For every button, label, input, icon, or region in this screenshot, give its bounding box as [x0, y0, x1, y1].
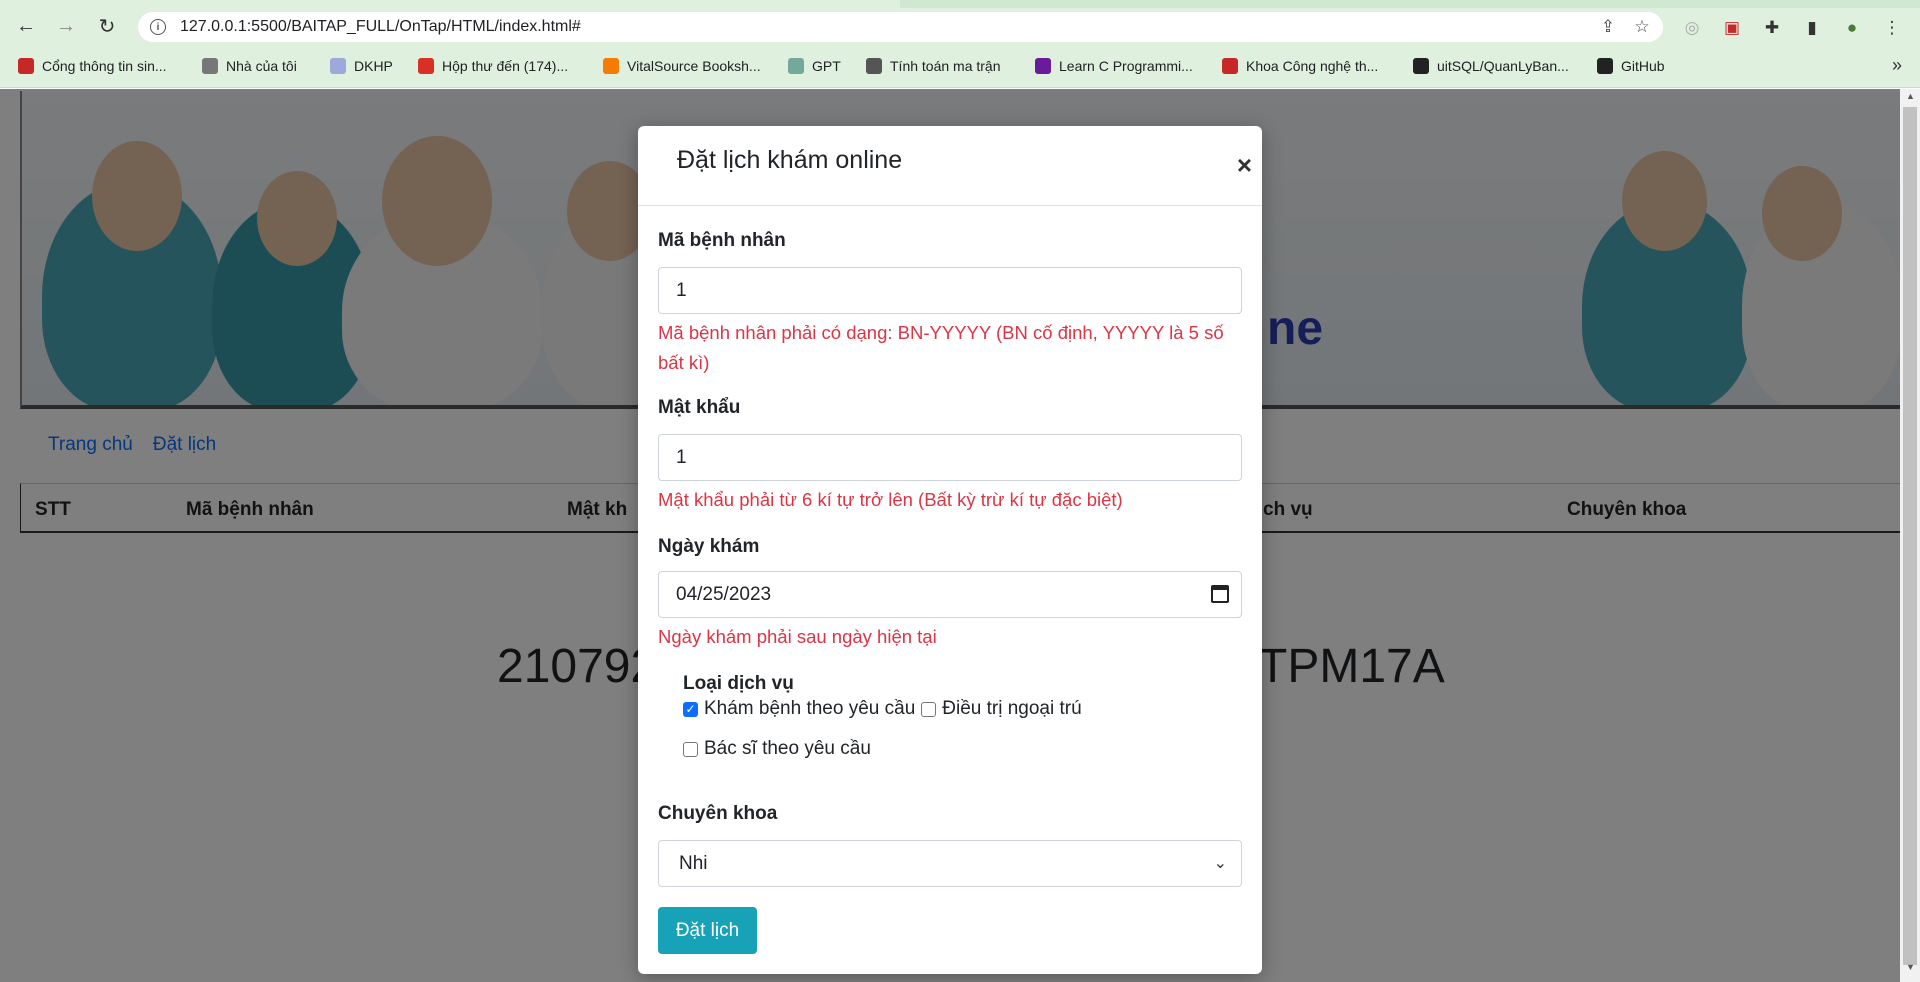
chevron-down-icon: ⌄ — [1213, 855, 1227, 872]
bookmark-label: GPT — [812, 58, 841, 74]
uit-logo-icon — [18, 58, 34, 74]
extension-compass-icon[interactable]: ◎ — [1680, 16, 1704, 40]
bookmark-item[interactable]: GPT — [788, 56, 841, 76]
bookmark-label: GitHub — [1621, 58, 1665, 74]
service-label: Loại dịch vụ — [683, 673, 794, 694]
password-error: Mật khẩu phải từ 6 kí tự trở lên (Bất kỳ… — [658, 489, 1123, 510]
checkbox-outpatient[interactable] — [921, 701, 937, 717]
bookmark-label: VitalSource Booksh... — [627, 58, 761, 74]
checkbox-doctor-on-demand-label[interactable]: Bác sĩ theo yêu cầu — [704, 738, 871, 760]
browser-toolbar: ← → ↻ i 127.0.0.1:5500/BAITAP_FULL/OnTap… — [0, 8, 1920, 44]
vitalsource-icon — [603, 58, 619, 74]
patient-id-error: Mã bệnh nhân phải có dạng: BN-YYYYY (BN … — [658, 322, 1224, 373]
modal-header: Đặt lịch khám online × — [638, 126, 1262, 206]
specialty-label: Chuyên khoa — [658, 803, 778, 824]
url-text[interactable]: 127.0.0.1:5500/BAITAP_FULL/OnTap/HTML/in… — [180, 18, 581, 36]
bookmark-label: Cổng thông tin sin... — [42, 58, 167, 74]
bookmark-star-icon[interactable]: ☆ — [1632, 17, 1652, 37]
gmail-icon — [418, 58, 434, 74]
document-icon — [330, 58, 346, 74]
page-scrollbar[interactable]: ▲ ▼ — [1900, 89, 1920, 982]
bookmark-item[interactable]: DKHP — [330, 56, 393, 76]
matrix-icon — [866, 58, 882, 74]
patient-id-input[interactable]: 1 — [658, 267, 1242, 314]
patient-id-label: Mã bệnh nhân — [658, 230, 786, 251]
back-arrow-icon[interactable]: ← — [12, 12, 40, 40]
tab-strip — [0, 0, 1920, 8]
bookmark-item[interactable]: Khoa Công nghệ th... — [1222, 56, 1378, 76]
checkbox-on-demand-exam[interactable]: ✓ — [683, 701, 698, 717]
extensions-puzzle-icon[interactable]: ✚ — [1760, 16, 1784, 40]
bookmark-item[interactable]: GitHub — [1597, 56, 1665, 76]
moodle-icon — [202, 58, 218, 74]
uit-logo-icon — [1222, 58, 1238, 74]
bookmark-label: Nhà của tôi — [226, 58, 297, 74]
github-icon — [1413, 58, 1429, 74]
bookmark-item[interactable]: Tính toán ma trận — [866, 56, 1001, 76]
checkbox-doctor-on-demand[interactable] — [683, 741, 698, 757]
bookmark-item[interactable]: Learn C Programmi... — [1035, 56, 1193, 76]
bookmarks-bar: » Cổng thông tin sin... Nhà của tôi DKHP Hộ… — [0, 44, 1920, 88]
side-panel-icon[interactable]: ▮ — [1800, 16, 1824, 40]
bookmark-label: Tính toán ma trận — [890, 58, 1001, 74]
scrollbar-thumb[interactable] — [1903, 107, 1917, 965]
calendar-icon[interactable] — [1211, 585, 1229, 603]
close-icon[interactable]: × — [1237, 150, 1252, 181]
date-input[interactable]: 04/25/2023 — [658, 571, 1242, 618]
menu-kebab-icon[interactable]: ⋮ — [1880, 16, 1904, 40]
bookmark-item[interactable]: Hộp thư đến (174)... — [418, 56, 568, 76]
date-label: Ngày khám — [658, 536, 760, 557]
checkbox-on-demand-exam-label[interactable]: Khám bệnh theo yêu cầu — [704, 698, 915, 720]
extension-video-icon[interactable]: ▣ — [1720, 16, 1744, 40]
bookmark-item[interactable]: uitSQL/QuanLyBan... — [1413, 56, 1569, 76]
date-value: 04/25/2023 — [676, 583, 772, 605]
modal-title: Đặt lịch khám online — [677, 146, 903, 174]
bookmark-item[interactable]: Cổng thông tin sin... — [18, 56, 167, 76]
scroll-up-icon[interactable]: ▲ — [1906, 91, 1915, 101]
password-label: Mật khẩu — [658, 397, 741, 418]
openai-icon — [788, 58, 804, 74]
specialty-select[interactable]: Nhi ⌄ — [658, 840, 1242, 887]
bookmark-label: Hộp thư đến (174)... — [442, 58, 569, 74]
bookmark-label: uitSQL/QuanLyBan... — [1437, 58, 1569, 74]
date-error: Ngày khám phải sau ngày hiện tại — [658, 626, 937, 647]
address-bar[interactable]: i 127.0.0.1:5500/BAITAP_FULL/OnTap/HTML/… — [138, 12, 1663, 42]
learn-c-icon — [1035, 58, 1051, 74]
bookmark-item[interactable]: VitalSource Booksh... — [603, 56, 761, 76]
active-tab[interactable] — [0, 0, 900, 8]
share-icon[interactable]: ⇪ — [1598, 17, 1618, 37]
bookmarks-overflow-icon[interactable]: » — [1892, 55, 1902, 76]
checkbox-outpatient-label[interactable]: Điều trị ngoại trú — [942, 698, 1081, 720]
book-button[interactable]: Đặt lịch — [658, 907, 757, 954]
bookmark-item[interactable]: Nhà của tôi — [202, 56, 297, 76]
bookmark-label: Learn C Programmi... — [1059, 58, 1193, 74]
github-icon — [1597, 58, 1613, 74]
profile-avatar[interactable]: ● — [1840, 16, 1864, 40]
reload-icon[interactable]: ↻ — [93, 12, 121, 40]
bookmark-label: DKHP — [354, 58, 393, 74]
site-info-icon[interactable]: i — [150, 19, 166, 35]
specialty-selected-value: Nhi — [679, 852, 708, 874]
booking-modal: Đặt lịch khám online × Mã bệnh nhân 1 Mã… — [638, 126, 1262, 974]
forward-arrow-icon[interactable]: → — [52, 12, 80, 40]
password-input[interactable]: 1 — [658, 434, 1242, 481]
bookmark-label: Khoa Công nghệ th... — [1246, 58, 1379, 74]
service-options-row: ✓ Khám bệnh theo yêu cầu Điều trị ngoại … — [683, 698, 1082, 720]
service-options-row-2: Bác sĩ theo yêu cầu — [683, 738, 871, 760]
scroll-down-icon[interactable]: ▼ — [1906, 962, 1915, 972]
